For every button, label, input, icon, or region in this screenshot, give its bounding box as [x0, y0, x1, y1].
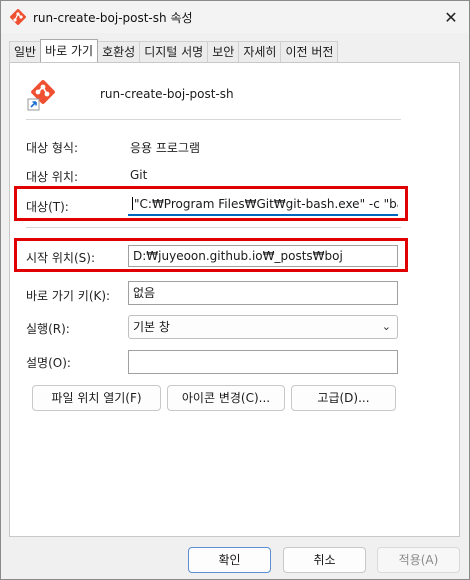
tab-previous-versions[interactable]: 이전 버전 — [280, 41, 339, 62]
shortcut-name: run-create-boj-post-sh — [100, 87, 234, 101]
target-label: 대상(T): — [26, 200, 69, 214]
chevron-down-icon: ⌄ — [381, 320, 391, 333]
divider — [26, 119, 401, 120]
target-location-label: 대상 위치: — [26, 170, 79, 184]
hotkey-label: 바로 가기 키(K): — [26, 289, 111, 303]
divider — [26, 227, 401, 228]
ok-button[interactable]: 확인 — [188, 547, 271, 573]
start-in-field[interactable]: D:₩juyeoon.github.io₩_posts₩boj — [128, 245, 398, 267]
target-location-value: Git — [130, 168, 148, 182]
window-title: run-create-boj-post-sh 속성 — [33, 11, 193, 25]
advanced-button[interactable]: 고급(D)... — [291, 385, 396, 411]
close-icon: ✕ — [444, 7, 458, 27]
tab-digital-signatures[interactable]: 디지털 서명 — [139, 41, 209, 62]
target-type-value: 응용 프로그램 — [130, 141, 201, 155]
apply-button[interactable]: 적용(A) — [377, 547, 460, 573]
tab-general[interactable]: 일반 — [9, 41, 42, 62]
comment-label: 설명(O): — [26, 356, 71, 370]
git-icon — [27, 80, 55, 111]
tab-details[interactable]: 자세히 — [238, 41, 282, 62]
hotkey-field[interactable]: 없음 — [128, 281, 398, 305]
shortcut-panel: run-create-boj-post-sh 대상 형식: 응용 프로그램 대상… — [9, 62, 460, 537]
open-file-location-button[interactable]: 파일 위치 열기(F) — [32, 385, 161, 411]
tab-security[interactable]: 보안 — [207, 41, 240, 62]
tab-compatibility[interactable]: 호환성 — [97, 41, 141, 62]
title-bar: run-create-boj-post-sh 속성 ✕ — [1, 1, 469, 33]
run-select[interactable]: 기본 창 ⌄ — [128, 315, 398, 339]
run-label: 실행(R): — [26, 322, 70, 336]
target-field[interactable]: "C:₩Program Files₩Git₩git-bash.exe" -c "… — [128, 194, 398, 216]
target-field-value: "C:₩Program Files₩Git₩git-bash.exe" -c "… — [134, 197, 398, 211]
git-icon — [10, 9, 26, 25]
run-select-value: 기본 창 — [133, 320, 170, 334]
tab-shortcut[interactable]: 바로 가기 — [40, 39, 99, 62]
properties-dialog: run-create-boj-post-sh 속성 ✕ 일반 바로 가기 호환성… — [0, 0, 470, 580]
tab-strip: 일반 바로 가기 호환성 디지털 서명 보안 자세히 이전 버전 — [9, 39, 339, 62]
target-type-label: 대상 형식: — [26, 141, 79, 155]
close-button[interactable]: ✕ — [437, 5, 465, 29]
change-icon-button[interactable]: 아이콘 변경(C)... — [167, 385, 285, 411]
text-caret — [132, 197, 133, 210]
comment-field[interactable] — [128, 350, 398, 374]
start-in-label: 시작 위치(S): — [26, 251, 95, 265]
cancel-button[interactable]: 취소 — [283, 547, 366, 573]
